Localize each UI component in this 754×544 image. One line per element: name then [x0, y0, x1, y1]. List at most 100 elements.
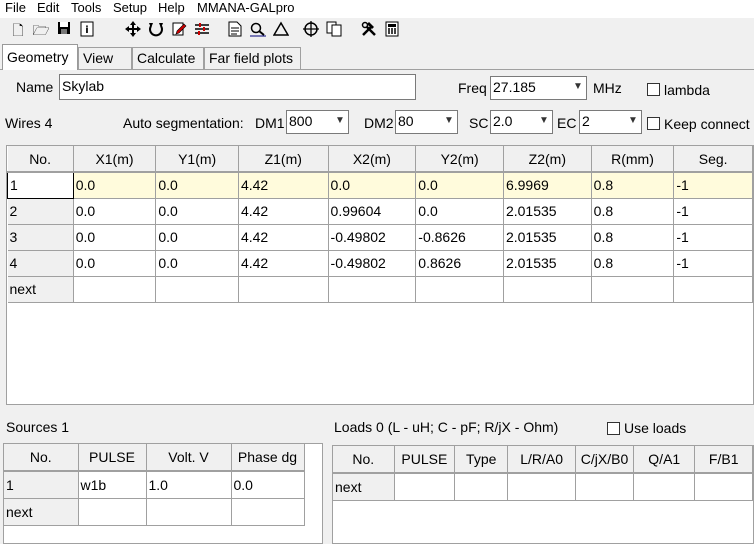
table-cell[interactable]	[231, 498, 305, 526]
table-row[interactable]: 4 0.0 0.0 4.42 -0.49802 0.8626 2.01535 0…	[7, 250, 753, 277]
table-cell[interactable]: 6.9969	[503, 172, 592, 199]
table-cell[interactable]: 0.0	[415, 198, 504, 225]
new-file-icon[interactable]: 🗋	[9, 21, 27, 39]
table-cell[interactable]	[73, 276, 157, 303]
table-cell[interactable]: 0.0	[155, 250, 239, 277]
table-cell[interactable]: 0.8	[591, 172, 675, 199]
table-row-next[interactable]: next	[7, 276, 753, 303]
table-cell[interactable]	[507, 473, 576, 501]
table-cell[interactable]: 4.42	[238, 198, 329, 225]
table-cell[interactable]: 4.42	[238, 172, 329, 199]
menu-setup[interactable]: Setup	[113, 0, 147, 16]
menu-file[interactable]: File	[5, 0, 26, 16]
table-cell[interactable]	[503, 276, 592, 303]
table-cell[interactable]: 4.42	[238, 250, 329, 277]
table-cell[interactable]	[575, 473, 635, 501]
table-cell[interactable]: 0.0	[73, 250, 157, 277]
copy-icon[interactable]	[325, 21, 343, 39]
dm1-combo[interactable]: 800 ▼	[286, 110, 349, 134]
table-cell[interactable]	[146, 498, 232, 526]
next-row-label[interactable]: next	[7, 276, 74, 303]
table-cell[interactable]: 0.8	[591, 198, 675, 225]
rotate-icon[interactable]	[147, 21, 165, 39]
table-cell[interactable]: 1	[4, 471, 79, 499]
calculator-icon[interactable]	[383, 21, 401, 39]
sc-combo[interactable]: 2.0 ▼	[490, 110, 553, 134]
triangle-icon[interactable]	[272, 21, 290, 39]
table-cell[interactable]	[155, 276, 239, 303]
menu-help[interactable]: Help	[158, 0, 185, 16]
menu-tools[interactable]: Tools	[71, 0, 101, 16]
dm2-combo[interactable]: 80 ▼	[395, 110, 458, 134]
document-icon[interactable]	[226, 21, 244, 39]
table-cell[interactable]: 0.0	[328, 172, 417, 199]
table-cell[interactable]	[394, 473, 456, 501]
table-row[interactable]: 2 0.0 0.0 4.42 0.99604 0.0 2.01535 0.8 -…	[7, 198, 753, 225]
table-row[interactable]: 1 0.0 0.0 4.42 0.0 0.0 6.9969 0.8 -1	[7, 171, 753, 199]
table-cell[interactable]: 0.0	[231, 471, 305, 499]
table-cell[interactable]	[673, 276, 753, 303]
tab-far-field-plots[interactable]: Far field plots	[204, 47, 301, 69]
chevron-down-icon[interactable]: ▼	[570, 77, 586, 99]
table-cell[interactable]: -1	[673, 224, 753, 251]
crosshair-icon[interactable]	[302, 21, 320, 39]
table-cell[interactable]: -0.49802	[328, 250, 417, 277]
table-cell[interactable]: 1	[7, 171, 74, 199]
table-cell[interactable]: 4	[7, 250, 74, 277]
chevron-down-icon[interactable]: ▼	[625, 111, 641, 133]
table-row[interactable]: 1 w1b 1.0 0.0	[4, 471, 305, 499]
table-cell[interactable]: -1	[673, 172, 753, 199]
menu-edit[interactable]: Edit	[37, 0, 59, 16]
table-cell[interactable]: 0.0	[73, 198, 157, 225]
lambda-checkbox[interactable]	[647, 83, 660, 96]
magnify-icon[interactable]	[249, 21, 267, 39]
info-icon[interactable]: i	[78, 21, 96, 39]
ec-combo[interactable]: 2 ▼	[579, 110, 642, 134]
table-cell[interactable]: -1	[673, 198, 753, 225]
save-icon[interactable]	[55, 21, 73, 39]
table-cell[interactable]: 3	[7, 224, 74, 251]
table-cell[interactable]: 0.0	[155, 198, 239, 225]
open-folder-icon[interactable]: 🗁	[32, 21, 50, 39]
next-row-label[interactable]: next	[333, 473, 395, 501]
table-cell[interactable]	[694, 473, 753, 501]
table-row-next[interactable]: next	[4, 498, 305, 526]
tab-geometry[interactable]: Geometry	[2, 44, 78, 70]
table-cell[interactable]: 2.01535	[503, 250, 592, 277]
next-row-label[interactable]: next	[4, 498, 79, 526]
table-cell[interactable]: 1.0	[146, 471, 232, 499]
table-cell[interactable]: 4.42	[238, 224, 329, 251]
chevron-down-icon[interactable]: ▼	[332, 111, 348, 133]
table-cell[interactable]: 0.0	[155, 224, 239, 251]
chevron-down-icon[interactable]: ▼	[536, 111, 552, 133]
table-cell[interactable]: -0.8626	[415, 224, 504, 251]
table-cell[interactable]	[454, 473, 509, 501]
table-cell[interactable]: 0.8	[591, 224, 675, 251]
table-cell[interactable]	[238, 276, 329, 303]
table-cell[interactable]: 2.01535	[503, 224, 592, 251]
table-cell[interactable]: -0.49802	[328, 224, 417, 251]
edit-icon[interactable]	[170, 21, 188, 39]
table-cell[interactable]: 0.0	[73, 224, 157, 251]
table-row-next[interactable]: next	[333, 473, 753, 501]
table-row[interactable]: 3 0.0 0.0 4.42 -0.49802 -0.8626 2.01535 …	[7, 224, 753, 251]
table-cell[interactable]	[328, 276, 417, 303]
table-cell[interactable]	[633, 473, 696, 501]
name-input[interactable]: Skylab	[59, 74, 416, 100]
freq-combo[interactable]: 27.185 ▼	[490, 76, 587, 100]
table-cell[interactable]: 0.8	[591, 250, 675, 277]
wire-edit-icon[interactable]	[193, 21, 211, 39]
table-cell[interactable]: -1	[673, 250, 753, 277]
table-cell[interactable]: 0.99604	[328, 198, 417, 225]
table-cell[interactable]: 0.0	[73, 172, 157, 199]
table-cell[interactable]: 0.0	[415, 172, 504, 199]
move-icon[interactable]	[124, 21, 142, 39]
tab-view[interactable]: View	[78, 47, 132, 69]
table-cell[interactable]: 2	[7, 198, 74, 225]
menu-mmana-galpro[interactable]: MMANA-GALpro	[197, 0, 295, 16]
table-cell[interactable]	[415, 276, 504, 303]
use-loads-checkbox[interactable]	[607, 422, 620, 435]
table-cell[interactable]: w1b	[78, 471, 147, 499]
table-cell[interactable]: 2.01535	[503, 198, 592, 225]
table-cell[interactable]: 0.8626	[415, 250, 504, 277]
